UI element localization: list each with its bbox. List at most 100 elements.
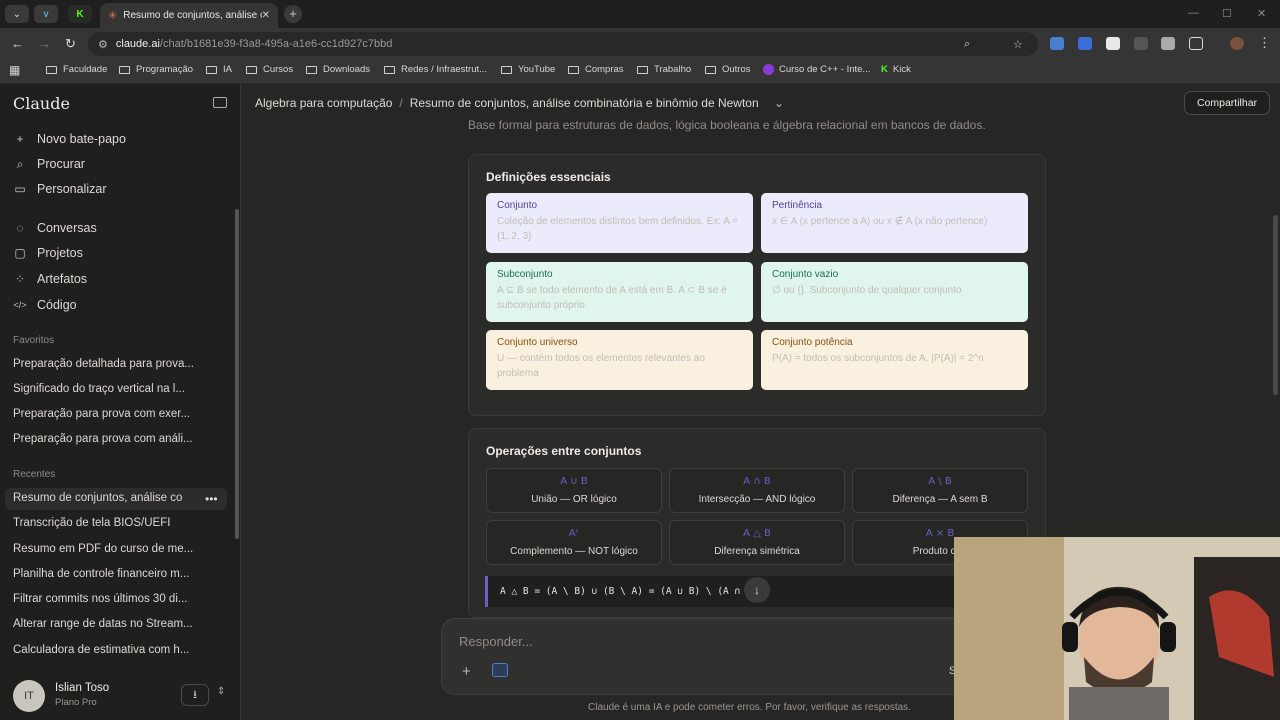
operation-label: Diferença simétrica bbox=[714, 546, 800, 557]
definition-term: Subconjunto bbox=[497, 269, 553, 280]
bookmark-folder[interactable]: Faculdade bbox=[46, 64, 107, 75]
camera-extension-icon[interactable] bbox=[1161, 37, 1175, 50]
browser-menu-icon[interactable]: ⋮ bbox=[1258, 35, 1271, 51]
attach-plus-icon[interactable]: + bbox=[462, 663, 471, 680]
apps-grid-icon[interactable]: ▦ bbox=[9, 63, 20, 77]
bookmark-folder[interactable]: Redes / Infraestrut... bbox=[384, 64, 487, 75]
profile-avatar-icon[interactable] bbox=[1230, 37, 1244, 50]
bookmark-folder[interactable]: Downloads bbox=[306, 64, 370, 75]
download-app-button[interactable]: ⭳ bbox=[181, 684, 209, 706]
main-scrollbar[interactable] bbox=[1273, 215, 1278, 395]
scroll-down-button[interactable]: ↓ bbox=[744, 577, 770, 603]
operation-symbol: A △ B bbox=[743, 528, 771, 539]
sidebar-toggle-icon[interactable] bbox=[213, 97, 227, 108]
bookmark-label: Kick bbox=[892, 64, 911, 75]
operation-tile: Aᶜ Complemento — NOT lógico bbox=[486, 520, 662, 565]
sidebar-item-new-chat[interactable]: + Novo bate-papo bbox=[12, 129, 125, 149]
new-tab-button[interactable]: + bbox=[284, 5, 302, 23]
tab-search-icon[interactable]: ⌄ bbox=[5, 5, 29, 23]
bookmark-folder[interactable]: Outros bbox=[705, 64, 751, 75]
sidebar-item-search[interactable]: ⌕ Procurar bbox=[12, 154, 85, 174]
bookmark-folder[interactable]: Trabalho bbox=[637, 64, 691, 75]
claude-logo[interactable]: Claude bbox=[13, 94, 70, 113]
bookmark-link[interactable]: K Kick bbox=[881, 64, 911, 75]
recent-chat-link[interactable]: Resumo em PDF do curso de me... bbox=[13, 543, 213, 555]
user-menu[interactable]: IT Islian Toso Plano Pro ⭳ ⇕ bbox=[0, 676, 240, 720]
kick-tab-icon[interactable]: K bbox=[68, 5, 92, 23]
favorite-chat-link[interactable]: Significado do traço vertical na l... bbox=[13, 383, 213, 395]
bookmark-link[interactable]: Curso de C++ - Inte... bbox=[763, 64, 870, 75]
bookmark-label: Programação bbox=[136, 64, 194, 75]
recent-chat-link[interactable]: Calculadora de estimativa com h... bbox=[13, 644, 213, 656]
definition-card: Subconjunto A ⊆ B se todo elemento de A … bbox=[486, 262, 753, 322]
extension-icon[interactable] bbox=[1050, 37, 1064, 50]
sidebar-item-label: Artefatos bbox=[37, 272, 88, 286]
minimize-icon[interactable]: — bbox=[1188, 7, 1199, 19]
close-window-icon[interactable]: ✕ bbox=[1257, 7, 1266, 20]
tab-close-icon[interactable]: ✕ bbox=[262, 10, 270, 21]
site-settings-icon[interactable]: ⚙ bbox=[98, 38, 108, 51]
bookmark-folder[interactable]: Compras bbox=[568, 64, 624, 75]
share-button[interactable]: Compartilhar bbox=[1184, 91, 1270, 115]
bookmark-folder[interactable]: YouTube bbox=[501, 64, 555, 75]
reload-icon[interactable]: ↻ bbox=[65, 36, 76, 52]
operation-label: Diferença — A sem B bbox=[892, 494, 988, 505]
url-input[interactable]: ⚙ claude.ai/chat/b1681e39-f3a8-495a-a1e6… bbox=[88, 32, 1038, 56]
favorite-chat-link[interactable]: Preparação detalhada para prova... bbox=[13, 358, 213, 370]
operation-tile: A \ B Diferença — A sem B bbox=[852, 468, 1028, 513]
chat-title[interactable]: Resumo de conjuntos, análise combinatóri… bbox=[410, 96, 759, 110]
operation-symbol: Aᶜ bbox=[568, 528, 580, 539]
chevron-down-icon[interactable]: ⌄ bbox=[774, 96, 784, 110]
reply-input[interactable]: Responder... bbox=[459, 634, 533, 649]
maximize-icon[interactable]: ☐ bbox=[1222, 7, 1232, 20]
webcam-overlay bbox=[954, 537, 1280, 720]
extension-icon[interactable] bbox=[1078, 37, 1092, 50]
code-icon: </> bbox=[13, 300, 27, 310]
recent-chat-link[interactable]: Planilha de controle financeiro m... bbox=[13, 568, 213, 580]
message-composer[interactable]: Responder... + S bbox=[441, 618, 971, 695]
extension-icon[interactable] bbox=[1106, 37, 1120, 50]
claude-favicon-icon: ✳ bbox=[108, 10, 118, 22]
sidebar-item-customize[interactable]: ▭ Personalizar bbox=[12, 179, 106, 199]
browser-tab-strip: ⌄ v K ✳ Resumo de conjuntos, análise c ✕… bbox=[0, 0, 1280, 28]
chat-icon: ◌ bbox=[16, 221, 24, 235]
sidebar-item-projects[interactable]: ▢ Projetos bbox=[12, 243, 83, 263]
definition-desc: x ∈ A (x pertence a A) ou x ∉ A (x não p… bbox=[772, 216, 988, 227]
recent-chat-link[interactable]: Alterar range de datas no Stream... bbox=[13, 618, 213, 630]
back-arrow-icon[interactable]: ← bbox=[11, 36, 24, 51]
operation-symbol: A ∩ B bbox=[743, 476, 771, 487]
bookmark-star-icon[interactable]: ☆ bbox=[1013, 38, 1023, 51]
operation-tile: A ∩ B Intersecção — AND lógico bbox=[669, 468, 845, 513]
tab-active[interactable]: ✳ Resumo de conjuntos, análise c ✕ bbox=[100, 3, 278, 28]
sidebar-scrollbar[interactable] bbox=[235, 209, 239, 539]
vimeo-tab-icon[interactable]: v bbox=[34, 5, 58, 23]
webcam-person-image bbox=[954, 537, 1280, 720]
extensions-puzzle-icon[interactable] bbox=[1189, 37, 1203, 50]
operation-label: União — OR lógico bbox=[531, 494, 617, 505]
favorite-chat-link[interactable]: Preparação para prova com análi... bbox=[13, 433, 213, 445]
more-options-icon[interactable]: ••• bbox=[205, 492, 218, 506]
forward-arrow-icon[interactable]: → bbox=[38, 36, 51, 51]
zoom-icon[interactable]: ⌕ bbox=[964, 38, 970, 51]
favorite-chat-link[interactable]: Preparação para prova com exer... bbox=[13, 408, 213, 420]
recent-chat-link[interactable]: Filtrar commits nos últimos 30 di... bbox=[13, 593, 213, 605]
sidebar-item-artifacts[interactable]: ⁘ Artefatos bbox=[12, 269, 87, 289]
tools-icon[interactable] bbox=[492, 663, 508, 677]
definition-term: Conjunto universo bbox=[497, 337, 578, 348]
extension-icon[interactable] bbox=[1134, 37, 1148, 50]
operation-tile: A ∪ B União — OR lógico bbox=[486, 468, 662, 513]
sidebar-item-label: Projetos bbox=[37, 246, 83, 260]
bookmark-folder[interactable]: IA bbox=[206, 64, 232, 75]
breadcrumb-project[interactable]: Algebra para computação bbox=[255, 96, 392, 110]
user-plan: Plano Pro bbox=[55, 697, 97, 708]
recent-chat-link-active[interactable]: Resumo de conjuntos, análise co bbox=[13, 492, 193, 504]
bookmarks-bar: ▦ Faculdade Programação IA Cursos Downlo… bbox=[0, 60, 1280, 84]
bookmark-folder[interactable]: Cursos bbox=[246, 64, 293, 75]
recent-chat-link[interactable]: Transcrição de tela BIOS/UEFI bbox=[13, 517, 213, 529]
chevron-updown-icon[interactable]: ⇕ bbox=[217, 686, 225, 697]
bookmark-folder[interactable]: Programação bbox=[119, 64, 193, 75]
operation-label: Complemento — NOT lógico bbox=[510, 546, 638, 557]
sidebar-item-code[interactable]: </> Código bbox=[12, 295, 76, 315]
bookmark-label: Cursos bbox=[263, 64, 294, 75]
sidebar-item-chats[interactable]: ◌ Conversas bbox=[12, 218, 96, 238]
